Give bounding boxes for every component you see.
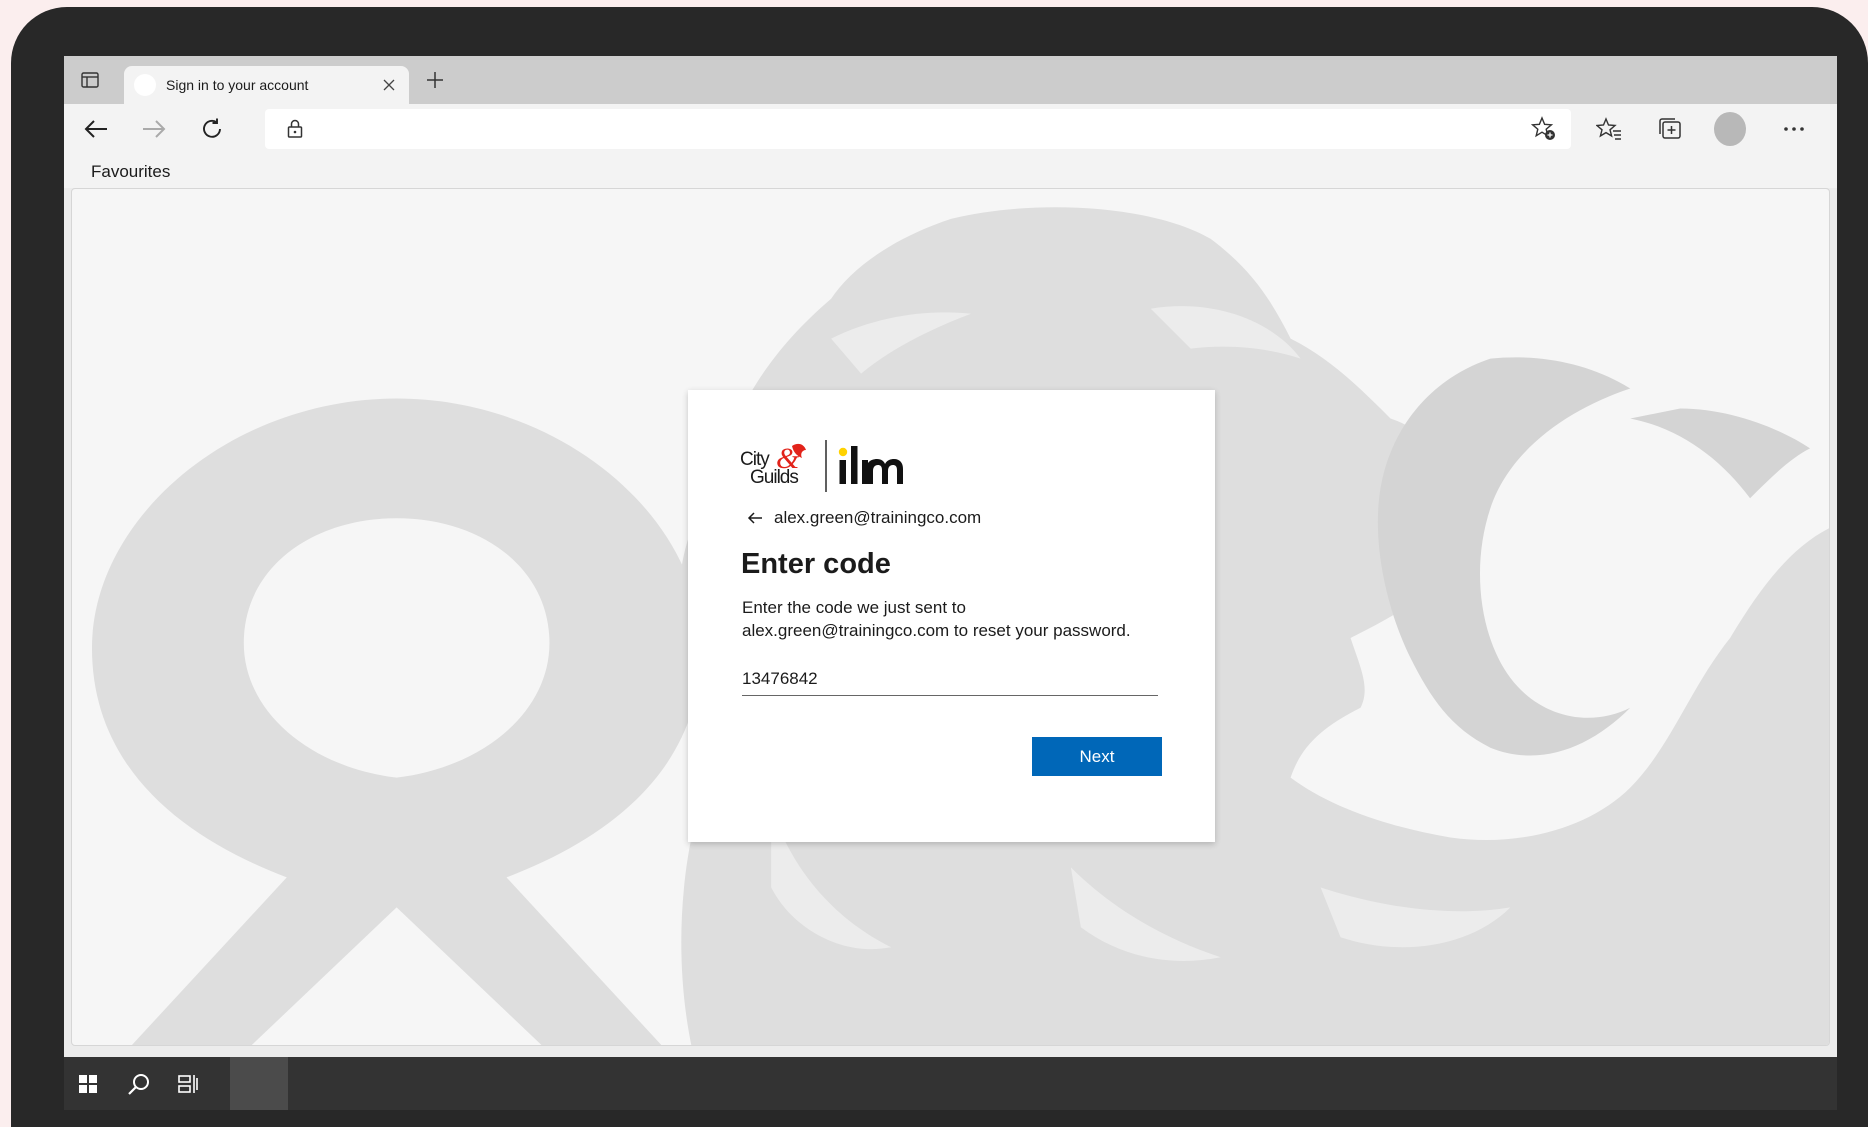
refresh-icon[interactable] <box>196 113 228 145</box>
back-arrow-icon[interactable] <box>746 509 764 527</box>
next-button[interactable]: Next <box>1032 737 1162 776</box>
add-favourite-icon[interactable] <box>1529 115 1559 143</box>
tab-active[interactable]: Sign in to your account <box>124 66 409 104</box>
back-to-identity[interactable]: alex.green@trainingco.com <box>746 508 981 528</box>
favourites-label[interactable]: Favourites <box>91 162 170 182</box>
browser-toolbar <box>64 104 1837 154</box>
tab-title: Sign in to your account <box>166 77 309 93</box>
new-tab-icon[interactable] <box>422 67 448 93</box>
favourites-bar: Favourites <box>64 154 1837 188</box>
windows-start-icon[interactable] <box>73 1069 103 1099</box>
tab-strip: Sign in to your account <box>64 56 1837 104</box>
collections-icon[interactable] <box>1654 113 1686 145</box>
tab-actions-icon[interactable] <box>76 66 104 94</box>
profile-avatar[interactable] <box>1714 112 1746 146</box>
search-icon[interactable] <box>124 1069 154 1099</box>
task-view-icon[interactable] <box>174 1069 204 1099</box>
page-title: Enter code <box>741 548 891 580</box>
identity-email: alex.green@trainingco.com <box>774 508 982 527</box>
active-app[interactable] <box>230 1057 288 1110</box>
page-viewport: City Guilds & alex.green@trainingco.com … <box>71 188 1830 1046</box>
forward-arrow-icon[interactable] <box>138 113 170 145</box>
address-bar[interactable] <box>265 109 1571 149</box>
more-icon[interactable] <box>1778 113 1810 145</box>
laptop-frame: Sign in to your account Favourites City … <box>11 7 1868 1127</box>
close-tab-icon[interactable] <box>379 75 399 95</box>
lock-icon[interactable] <box>283 117 307 141</box>
screen: Sign in to your account Favourites City … <box>64 56 1837 1110</box>
signin-card: City Guilds & alex.green@trainingco.com … <box>688 390 1215 842</box>
code-input[interactable] <box>742 662 1158 696</box>
url-input[interactable] <box>319 109 1439 149</box>
favourites-icon[interactable] <box>1593 113 1625 145</box>
site-favicon <box>134 74 156 96</box>
taskbar <box>64 1057 1837 1110</box>
code-instructions: Enter the code we just sent to alex.gree… <box>742 598 1131 640</box>
back-arrow-icon[interactable] <box>80 113 112 145</box>
city-and-guilds-ilm-logo: City Guilds & <box>740 438 910 494</box>
